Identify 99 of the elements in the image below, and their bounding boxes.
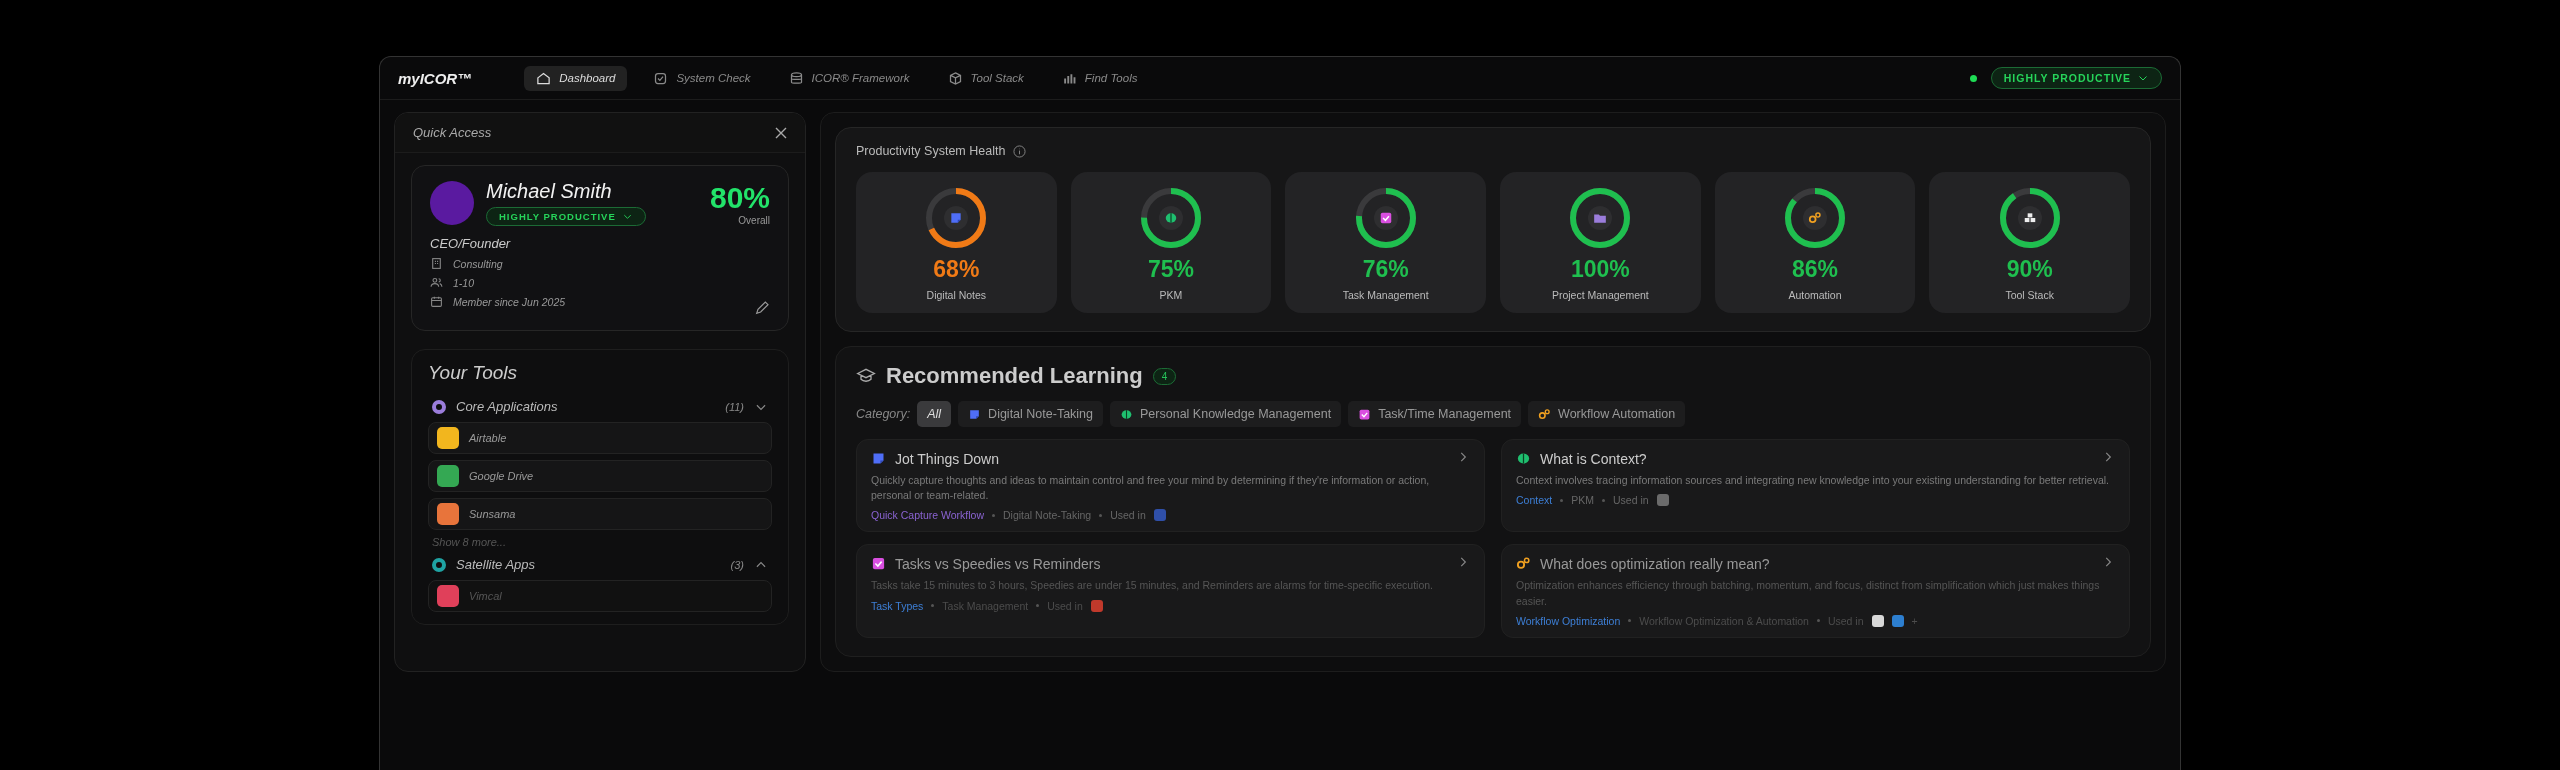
note-icon xyxy=(968,407,982,421)
profile-detail: 1-10 xyxy=(453,276,474,289)
panel-title: Quick Access xyxy=(413,125,492,140)
group-name[interactable]: Core Applications xyxy=(456,399,558,414)
calendar-icon xyxy=(430,295,443,308)
topic-link[interactable]: Workflow Optimization xyxy=(1516,614,1621,627)
checklist-icon xyxy=(653,70,669,86)
category-label: Category: xyxy=(856,407,911,421)
health-percent: 86% xyxy=(1791,256,1838,283)
category-filter[interactable]: All xyxy=(917,401,952,427)
card-description: Context involves tracing information sources and integrating new knowledge into your existing understanding for better retrieval. xyxy=(1516,473,2110,488)
separator-dot xyxy=(1816,619,1820,623)
card-title: Tasks vs Speedies vs Reminders xyxy=(895,555,1101,572)
health-label: Task Management xyxy=(1342,289,1429,301)
card-category: PKM xyxy=(1571,494,1594,507)
tool-item[interactable]: Google Drive xyxy=(428,460,772,492)
checkbox-icon xyxy=(1358,407,1372,421)
blocks-icon xyxy=(2022,211,2037,225)
separator-dot xyxy=(1036,604,1040,608)
health-label: Project Management xyxy=(1551,289,1649,301)
health-label: Automation xyxy=(1788,289,1842,301)
separator-dot xyxy=(1099,513,1103,517)
separator-dot xyxy=(992,513,995,517)
category-filter[interactable]: Workflow Automation xyxy=(1528,401,1686,427)
nav-tab[interactable]: System Check xyxy=(641,65,763,91)
nav-tab[interactable]: Tool Stack xyxy=(935,65,1036,91)
gears-icon xyxy=(1538,407,1552,421)
app-logo[interactable]: myICOR™ xyxy=(398,69,473,87)
separator-dot xyxy=(1560,498,1564,502)
cube-icon xyxy=(947,70,963,86)
overall-score: 80% xyxy=(709,180,770,215)
tool-name: Sunsama xyxy=(469,508,516,520)
tool-name: Google Drive xyxy=(469,470,534,482)
profile-detail: Consulting xyxy=(453,257,503,270)
status-dropdown[interactable]: HIGHLY PRODUCTIVE xyxy=(1990,67,2162,89)
gears-icon xyxy=(1516,556,1531,572)
card-description: Quickly capture thoughts and ideas to maintain control and free your mind by determining if they're information or action, personal or team-related. xyxy=(871,473,1431,504)
nav-tab[interactable]: Find Tools xyxy=(1049,65,1150,91)
nav-tab[interactable]: Dashboard xyxy=(524,65,628,91)
nav-tab[interactable]: ICOR® Framework xyxy=(776,65,922,91)
brain-icon xyxy=(1516,451,1531,466)
profile-detail: Member since Jun 2025 xyxy=(453,295,566,308)
card-title: What is Context? xyxy=(1540,450,1647,467)
health-label: Tool Stack xyxy=(2005,289,2054,301)
building-icon xyxy=(430,257,443,270)
health-label: Digital Notes xyxy=(926,289,987,301)
pencil-icon[interactable] xyxy=(754,300,770,316)
category-filter[interactable]: Personal Knowledge Management xyxy=(1110,401,1342,427)
separator-dot xyxy=(931,604,935,608)
note-icon xyxy=(871,451,886,466)
separator-dot xyxy=(1601,498,1605,502)
checkbox-icon xyxy=(871,556,886,572)
people-icon xyxy=(430,276,443,289)
tool-item[interactable]: Sunsama xyxy=(428,498,772,530)
group-count: (3) xyxy=(730,558,744,571)
brain-icon xyxy=(1164,211,1178,225)
learning-card[interactable] xyxy=(1501,544,2130,638)
database-icon xyxy=(788,70,804,86)
gears-icon xyxy=(1808,211,1822,225)
card-title: Jot Things Down xyxy=(895,450,999,467)
used-in-label: Used in xyxy=(1612,494,1649,507)
brain-icon xyxy=(1120,407,1134,421)
topic-link[interactable]: Context xyxy=(1516,494,1553,507)
health-percent: 75% xyxy=(1147,256,1194,283)
count-badge: 4 xyxy=(1152,367,1177,385)
panel-title: Productivity System Health xyxy=(856,144,1006,158)
user-name: Michael Smith xyxy=(486,180,613,203)
learning-card[interactable] xyxy=(856,439,1485,533)
group-count: (11) xyxy=(725,400,744,413)
avatar-circle xyxy=(430,181,474,225)
close-icon[interactable] xyxy=(775,126,787,139)
tool-name: Airtable xyxy=(469,432,507,444)
info-icon[interactable] xyxy=(1013,144,1027,158)
card-category: Digital Note-Taking xyxy=(1003,509,1092,522)
user-role: CEO/Founder xyxy=(430,236,512,251)
topic-link[interactable]: Quick Capture Workflow xyxy=(871,509,984,522)
learning-card[interactable]: What is Context? Context involves tracing information sources and integrating new knowledge into your existing understanding for better retrieval. Context PKM Used in xyxy=(1501,439,2130,533)
health-percent: 68% xyxy=(933,256,980,283)
used-in-label: Used in xyxy=(1110,509,1146,522)
card-title: What does optimization really mean? xyxy=(1540,555,1770,572)
tool-item[interactable]: Airtable xyxy=(428,422,772,454)
health-percent: 76% xyxy=(1362,256,1409,283)
note-icon xyxy=(949,211,964,225)
more-apps-label: + xyxy=(1911,614,1918,627)
category-filter[interactable]: Task/Time Management xyxy=(1348,401,1522,427)
house-icon xyxy=(536,70,552,86)
category-filter[interactable]: Digital Note-Taking xyxy=(958,401,1104,427)
health-label: PKM xyxy=(1159,289,1183,301)
score-label: Overall xyxy=(738,214,770,226)
checkbox-icon xyxy=(1378,211,1393,225)
health-percent: 90% xyxy=(2006,256,2053,283)
separator-dot xyxy=(1628,619,1632,623)
section-title: Recommended Learning xyxy=(886,363,1143,389)
topic-link[interactable]: Task Types xyxy=(871,599,924,612)
group-name[interactable]: Satellite Apps xyxy=(456,557,535,572)
health-percent: 100% xyxy=(1570,256,1630,283)
section-title: Your Tools xyxy=(428,362,519,384)
tool-name: Vimcal xyxy=(469,590,502,602)
productivity-badge[interactable]: HIGHLY PRODUCTIVE xyxy=(486,207,646,226)
